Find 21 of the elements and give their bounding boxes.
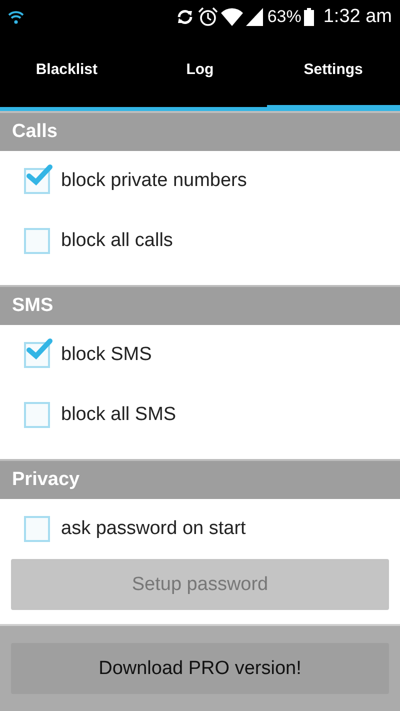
cell-signal-icon: [246, 8, 264, 26]
option-label: block all calls: [61, 230, 173, 252]
option-label: block all SMS: [61, 404, 176, 426]
checkbox[interactable]: [24, 228, 50, 254]
alarm-clock-icon: [198, 6, 218, 26]
wifi-icon: [8, 10, 24, 24]
checkbox[interactable]: [24, 402, 50, 428]
wifi-signal-icon: [221, 8, 244, 26]
download-pro-button[interactable]: Download PRO version!: [11, 643, 389, 694]
option-label: block private numbers: [61, 170, 247, 192]
tab[interactable]: Blacklist: [0, 33, 134, 111]
option-label: block SMS: [61, 344, 152, 366]
section-header: Privacy: [0, 459, 400, 499]
clock-time: 1:32 am: [323, 6, 392, 28]
checkbox[interactable]: [24, 516, 50, 542]
section-header: Calls: [0, 111, 400, 151]
battery-icon: [304, 8, 314, 26]
battery-percentage: 63%: [267, 6, 302, 26]
option-label: ask password on start: [61, 518, 246, 540]
section-header: SMS: [0, 285, 400, 325]
tab[interactable]: Log: [133, 33, 267, 111]
